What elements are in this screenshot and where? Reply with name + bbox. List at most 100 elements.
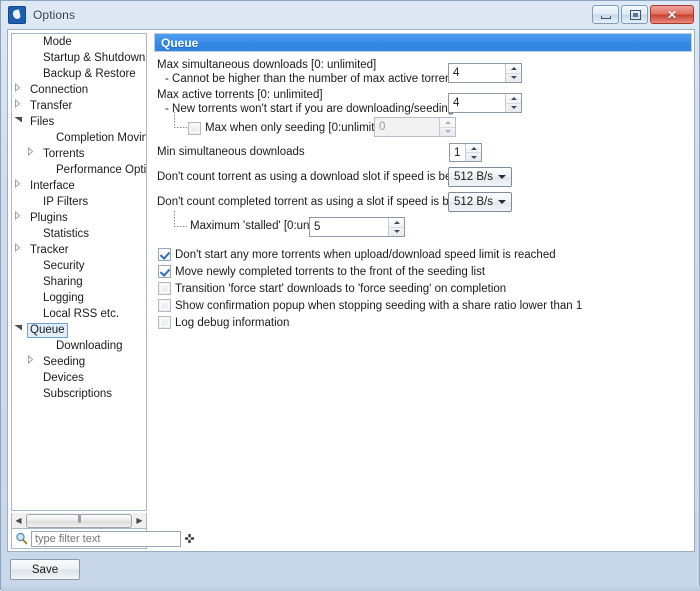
completed-slot-speed-value: 512 B/s — [454, 196, 493, 208]
sidebar-item-mode[interactable]: Mode — [12, 34, 146, 50]
sidebar-item-queue[interactable]: Queue — [12, 322, 146, 338]
stepper-buttons[interactable] — [465, 144, 481, 161]
page-title: Queue — [161, 35, 199, 50]
sidebar-item-ip-filters[interactable]: IP Filters — [12, 194, 146, 210]
completed-slot-speed-dropdown[interactable]: 512 B/s — [448, 192, 512, 212]
sidebar-item-label: Interface — [30, 179, 75, 192]
sidebar-item-label: Devices — [43, 371, 84, 384]
option-checkbox-label: Transition 'force start' downloads to 'f… — [175, 282, 507, 295]
max-when-only-seeding-row[interactable]: Max when only seeding [0:unlimited] — [188, 121, 390, 135]
settings-tree[interactable]: Mode Startup & Shutdown Backup & Restore Co… — [11, 33, 147, 511]
checkbox-row[interactable]: Show confirmation popup when stopping se… — [158, 297, 582, 314]
stepper-up-icon[interactable] — [506, 94, 521, 104]
option-checkbox[interactable] — [158, 316, 171, 329]
chevron-right-icon[interactable] — [27, 353, 40, 371]
max-active-torrents-stepper[interactable] — [448, 93, 522, 113]
sidebar-item-label: Connection — [30, 83, 89, 96]
sidebar-item-devices[interactable]: Devices — [12, 370, 146, 386]
min-simultaneous-downloads-stepper[interactable] — [449, 143, 482, 162]
stepper-up-icon[interactable] — [389, 218, 404, 228]
checkbox-row[interactable]: Don't start any more torrents when uploa… — [158, 246, 582, 263]
sidebar-item-tracker[interactable]: Tracker — [12, 241, 146, 259]
sidebar-item-sharing[interactable]: Sharing — [12, 274, 146, 290]
maximum-stalled-input[interactable] — [310, 218, 388, 236]
max-when-only-seeding-stepper[interactable] — [374, 117, 456, 137]
stepper-down-icon[interactable] — [506, 104, 521, 113]
stepper-down-icon[interactable] — [389, 228, 404, 237]
main-panel: Queue Max simultaneous downloads [0: unl… — [154, 33, 692, 549]
stepper-buttons[interactable] — [505, 94, 521, 112]
sidebar-item-seeding[interactable]: Seeding — [12, 353, 146, 371]
chevron-down-icon[interactable] — [14, 321, 27, 339]
chevron-right-icon[interactable] — [14, 97, 27, 115]
dl-slot-speed-value: 512 B/s — [454, 171, 493, 183]
max-active-torrents-label: Max active torrents [0: unlimited] — [157, 89, 323, 101]
option-checkbox[interactable] — [158, 265, 171, 278]
client-area: Mode Startup & Shutdown Backup & Restore Co… — [7, 29, 695, 552]
max-active-torrents-input[interactable] — [449, 94, 505, 112]
sidebar-item-interface[interactable]: Interface — [12, 177, 146, 195]
sidebar-item-statistics[interactable]: Statistics — [12, 226, 146, 242]
app-icon — [8, 6, 26, 24]
chevron-right-icon[interactable] — [14, 241, 27, 259]
sidebar-item-label: IP Filters — [43, 195, 89, 208]
sidebar-item-connection[interactable]: Connection — [12, 81, 146, 99]
minimize-button[interactable] — [592, 5, 619, 24]
stepper-down-icon — [440, 128, 455, 137]
maximize-button[interactable] — [621, 5, 648, 24]
max-simultaneous-downloads-input[interactable] — [449, 64, 505, 82]
chevron-down-icon[interactable] — [493, 200, 511, 204]
chevron-down-icon[interactable] — [493, 175, 511, 179]
sidebar-item-local-rss-etc[interactable]: Local RSS etc. — [12, 306, 146, 322]
sidebar-item-performance-options[interactable]: Performance Options — [12, 162, 146, 178]
maximum-stalled-stepper[interactable] — [309, 217, 405, 237]
sidebar-item-completion-moving[interactable]: Completion Moving — [12, 130, 146, 146]
sidebar-item-torrents[interactable]: Torrents — [12, 145, 146, 163]
stepper-up-icon[interactable] — [506, 64, 521, 74]
sidebar-item-startup-shutdown[interactable]: Startup & Shutdown — [12, 50, 146, 66]
sidebar-item-security[interactable]: Security — [12, 258, 146, 274]
max-active-torrents-label-group: Max active torrents [0: unlimited] - New… — [157, 88, 484, 116]
stepper-down-icon[interactable] — [466, 153, 481, 161]
close-button[interactable]: ✕ — [650, 5, 694, 24]
scrollbar-thumb[interactable] — [26, 513, 132, 528]
option-checkbox[interactable] — [158, 248, 171, 261]
sidebar-item-label: Seeding — [43, 355, 86, 368]
sidebar-item-plugins[interactable]: Plugins — [12, 209, 146, 227]
save-button[interactable]: Save — [10, 559, 80, 580]
sidebar-item-backup-restore[interactable]: Backup & Restore — [12, 66, 146, 82]
sidebar-item-subscriptions[interactable]: Subscriptions — [12, 386, 146, 402]
scroll-right-arrow-icon[interactable]: ▶ — [133, 514, 146, 528]
stepper-up-icon[interactable] — [466, 144, 481, 153]
stepper-buttons[interactable] — [388, 218, 404, 236]
checkbox-row[interactable]: Transition 'force start' downloads to 'f… — [158, 280, 582, 297]
option-checkbox[interactable] — [158, 299, 171, 312]
chevron-right-icon[interactable] — [14, 209, 27, 227]
sidebar-item-downloading[interactable]: Downloading — [12, 338, 146, 354]
stepper-down-icon[interactable] — [506, 74, 521, 83]
option-checkbox[interactable] — [158, 282, 171, 295]
chevron-right-icon[interactable] — [27, 145, 40, 163]
tree-horizontal-scrollbar[interactable]: ◀ ▶ — [11, 513, 147, 529]
options-window: Options ✕ Mode Startup & Shutdown Backup &… — [0, 0, 700, 591]
minimize-icon — [601, 16, 611, 19]
max-when-only-seeding-label: Max when only seeding [0:unlimited] — [205, 122, 391, 134]
checkbox-row[interactable]: Log debug information — [158, 314, 582, 331]
max-when-only-seeding-checkbox[interactable] — [188, 121, 201, 135]
dl-slot-speed-dropdown[interactable]: 512 B/s — [448, 167, 512, 187]
chevron-down-icon[interactable] — [14, 113, 27, 131]
stepper-buttons[interactable] — [505, 64, 521, 82]
chevron-right-icon[interactable] — [14, 177, 27, 195]
dl-slot-speed-label: Don't count torrent as using a download … — [157, 171, 469, 183]
sidebar-item-logging[interactable]: Logging — [12, 290, 146, 306]
checkbox-row[interactable]: Move newly completed torrents to the fro… — [158, 263, 582, 280]
scroll-left-arrow-icon[interactable]: ◀ — [12, 514, 25, 528]
sidebar-item-files[interactable]: Files — [12, 114, 146, 130]
chevron-right-icon[interactable] — [14, 81, 27, 99]
sidebar-item-transfer[interactable]: Transfer — [12, 97, 146, 115]
min-simultaneous-downloads-input[interactable] — [450, 144, 465, 161]
max-simultaneous-downloads-stepper[interactable] — [448, 63, 522, 83]
